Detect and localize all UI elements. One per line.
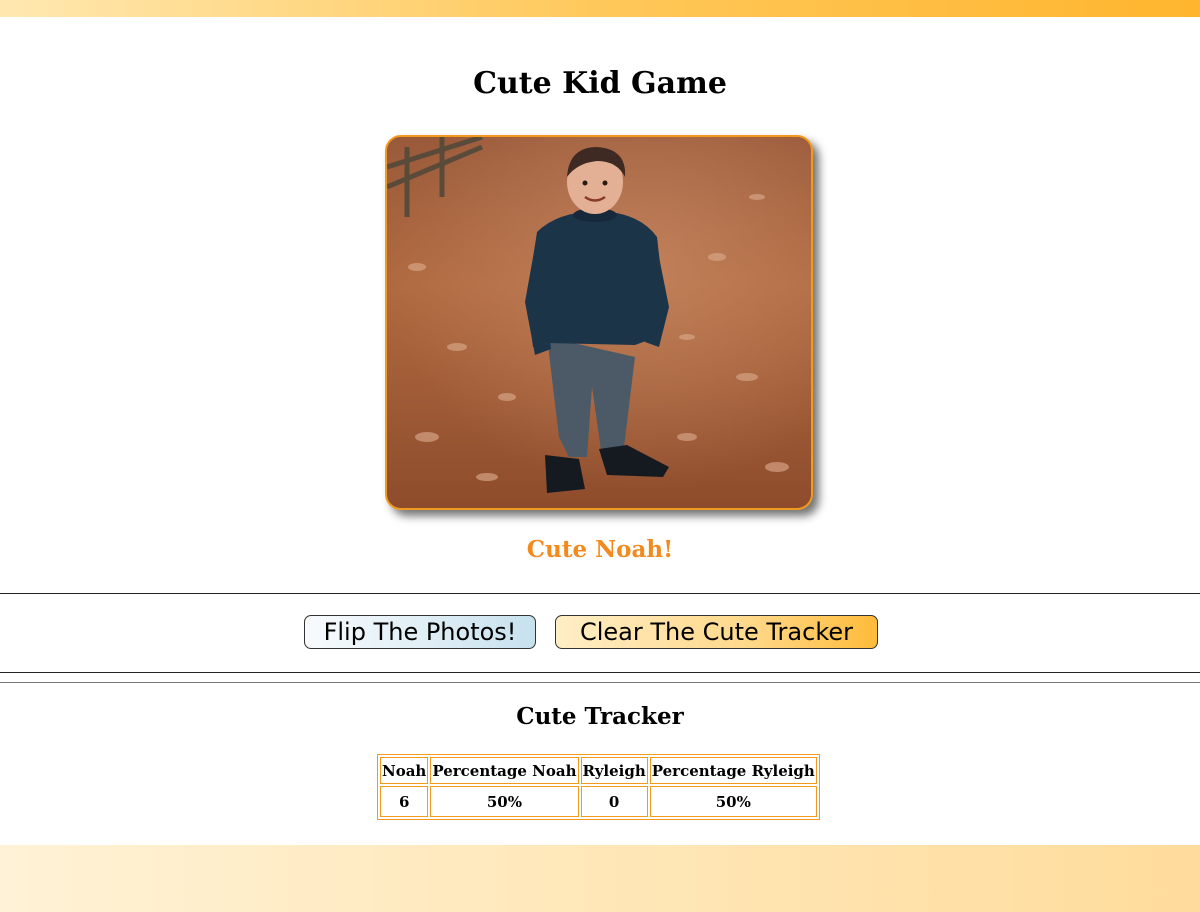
header-percentage-ryleigh: Percentage Ryleigh (649, 757, 817, 784)
divider-top (0, 593, 1200, 594)
bottom-gradient-band (0, 845, 1200, 912)
header-noah: Noah (380, 757, 429, 784)
divider-middle (0, 672, 1200, 673)
cell-ryleigh-count: 0 (580, 786, 648, 817)
header-ryleigh: Ryleigh (580, 757, 648, 784)
page: Cute Kid Game Cute Noah! Flip The Photos… (0, 0, 1200, 912)
divider-bottom (0, 682, 1200, 683)
tracker-title: Cute Tracker (516, 703, 684, 730)
flip-photos-button[interactable]: Flip The Photos! (304, 615, 536, 649)
header-percentage-noah: Percentage Noah (430, 757, 579, 784)
page-title: Cute Kid Game (473, 66, 727, 101)
cell-noah-count: 6 (380, 786, 429, 817)
cell-noah-percentage: 50% (430, 786, 579, 817)
table-row: 6 50% 0 50% (380, 786, 817, 817)
top-gradient-bar (0, 0, 1200, 17)
cell-ryleigh-percentage: 50% (649, 786, 817, 817)
kid-photo (385, 135, 813, 510)
cute-tracker-table: Noah Percentage Noah Ryleigh Percentage … (377, 754, 820, 820)
clear-tracker-button[interactable]: Clear The Cute Tracker (555, 615, 878, 649)
photo-caption: Cute Noah! (526, 536, 674, 563)
table-header-row: Noah Percentage Noah Ryleigh Percentage … (380, 757, 817, 784)
